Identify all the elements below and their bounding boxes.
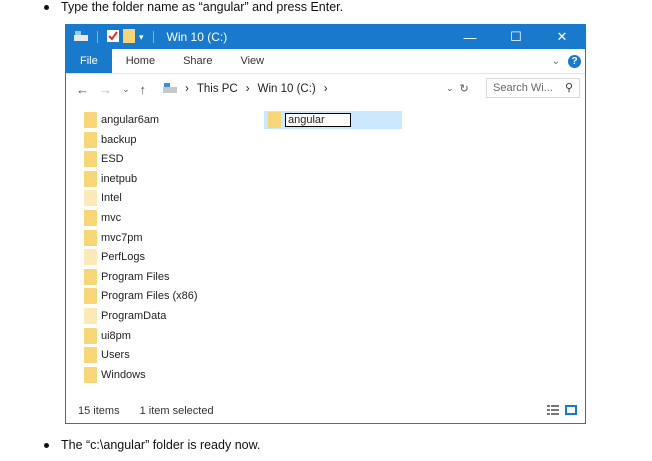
folder-name: mvc: [101, 212, 122, 224]
folder-item[interactable]: angular6am: [84, 111, 159, 129]
selection-count: 1 item selected: [139, 405, 214, 417]
customize-dropdown-icon[interactable]: ▾: [139, 32, 144, 43]
new-folder-item[interactable]: angular: [264, 111, 402, 129]
title-bar: ▾ Win 10 (C:) — ☐ ✕: [66, 25, 585, 49]
refresh-icon[interactable]: ↻: [460, 82, 469, 95]
folder-item[interactable]: Program Files: [84, 268, 169, 286]
folder-item[interactable]: mvc: [84, 209, 121, 227]
tab-share[interactable]: Share: [169, 49, 226, 73]
folder-name: Program Files (x86): [101, 290, 198, 303]
search-placeholder: Search Wi...: [493, 82, 553, 94]
folder-name: ProgramData: [101, 310, 167, 322]
large-icons-view-icon[interactable]: [565, 404, 577, 419]
folder-name: inetpub: [101, 172, 138, 185]
address-actions: ⌄ ↻: [446, 78, 469, 98]
address-dropdown-icon[interactable]: ⌄: [446, 83, 454, 94]
instruction-bottom-text: The “c:\angular” folder is ready now.: [61, 438, 261, 452]
folder-name: angular6am: [101, 114, 160, 126]
back-arrow-icon[interactable]: ←: [76, 82, 89, 97]
folder-item[interactable]: Windows: [84, 366, 146, 384]
folder-item[interactable]: ui8pm: [84, 327, 131, 345]
address-row: ← → ⌄ ↑ › This PC › Win 10 (C:) › ⌄ ↻ Se…: [66, 74, 585, 104]
folder-name: ui8pm: [101, 329, 131, 342]
bullet-dot: [44, 4, 49, 10]
forward-arrow-icon[interactable]: →: [99, 82, 112, 97]
bullet-dot: [44, 442, 49, 448]
folder-item[interactable]: mvc7pm: [84, 229, 143, 247]
tab-view[interactable]: View: [226, 49, 278, 73]
folder-icon: [84, 347, 97, 364]
folder-item[interactable]: PerfLogs: [84, 248, 145, 266]
tab-home[interactable]: Home: [112, 49, 169, 73]
folder-icon: [84, 327, 97, 344]
navigation-buttons: ← → ⌄ ↑: [66, 82, 146, 97]
window-controls: — ☐ ✕: [447, 25, 585, 49]
folder-name: Program Files: [101, 270, 170, 283]
folder-icon: [84, 268, 97, 285]
expand-ribbon-icon[interactable]: ⌄: [552, 56, 560, 67]
up-arrow-icon[interactable]: ↑: [140, 82, 147, 97]
chevron-right-icon[interactable]: ›: [185, 83, 189, 95]
folder-icon: [84, 210, 97, 226]
folder-icon: [84, 229, 97, 246]
separator: [97, 31, 98, 43]
drive-icon[interactable]: [74, 30, 88, 44]
folder-icon: [84, 151, 97, 168]
instruction-top-text: Type the folder name as “angular” and pr…: [61, 0, 344, 14]
window-title: Win 10 (C:): [166, 30, 228, 44]
folder-name: mvc7pm: [101, 231, 143, 244]
help-icon[interactable]: ?: [568, 54, 581, 68]
folder-icon: [84, 308, 97, 324]
folder-name: backup: [101, 133, 137, 146]
view-switcher: [547, 404, 577, 419]
instruction-top: Type the folder name as “angular” and pr…: [44, 0, 343, 14]
search-input[interactable]: Search Wi... ⚲: [486, 78, 580, 98]
quick-access-toolbar: ▾ Win 10 (C:): [66, 28, 228, 46]
folder-name: Users: [101, 349, 130, 362]
breadcrumb-this-pc[interactable]: This PC: [197, 83, 238, 95]
status-bar: 15 items 1 item selected: [66, 399, 585, 423]
folder-item[interactable]: ESD: [84, 150, 124, 168]
ribbon-right: ⌄ ?: [552, 49, 581, 73]
ribbon-tabs: File Home Share View ⌄ ?: [66, 49, 585, 74]
new-folder-icon[interactable]: [123, 28, 135, 46]
instruction-bottom: The “c:\angular” folder is ready now.: [44, 438, 260, 452]
folder-item[interactable]: inetpub: [84, 170, 137, 188]
chevron-right-icon[interactable]: ›: [246, 83, 250, 95]
folder-icon: [84, 288, 97, 305]
drive-icon: [163, 82, 177, 96]
maximize-button[interactable]: ☐: [493, 25, 539, 49]
folder-item[interactable]: Users: [84, 346, 130, 364]
folder-item[interactable]: Intel: [84, 189, 122, 207]
close-button[interactable]: ✕: [539, 25, 585, 49]
folder-icon: [84, 366, 97, 383]
rename-input[interactable]: angular: [285, 113, 351, 127]
folder-icon: [84, 170, 97, 187]
folder-item[interactable]: ProgramData: [84, 307, 166, 325]
breadcrumb-drive[interactable]: Win 10 (C:): [258, 83, 316, 95]
file-explorer-window: ▾ Win 10 (C:) — ☐ ✕ File Home Share View…: [65, 24, 586, 424]
folder-item[interactable]: backup: [84, 131, 136, 149]
minimize-button[interactable]: —: [447, 25, 493, 49]
folder-name: Windows: [101, 368, 146, 381]
item-count: 15 items: [78, 405, 120, 417]
chevron-right-icon[interactable]: ›: [324, 83, 328, 95]
file-list: angular6am backup ESD inetpub Intel mvc mvc7pm…: [66, 105, 585, 399]
folder-icon: [84, 112, 97, 128]
address-bar[interactable]: › This PC › Win 10 (C:) ›: [162, 78, 476, 100]
details-view-icon[interactable]: [547, 404, 559, 419]
tab-file[interactable]: File: [66, 49, 112, 73]
folder-item[interactable]: Program Files (x86): [84, 287, 198, 305]
folder-name: ESD: [101, 153, 124, 166]
folder-name: Intel: [101, 192, 122, 205]
separator: [152, 31, 154, 43]
folder-icon: [84, 249, 97, 266]
properties-icon[interactable]: [107, 29, 119, 45]
folder-icon: [84, 190, 97, 207]
folder-icon: [268, 112, 281, 128]
folder-icon: [84, 131, 97, 148]
recent-locations-icon[interactable]: ⌄: [122, 84, 130, 95]
search-icon[interactable]: ⚲: [565, 81, 573, 94]
folder-name: PerfLogs: [101, 251, 146, 264]
